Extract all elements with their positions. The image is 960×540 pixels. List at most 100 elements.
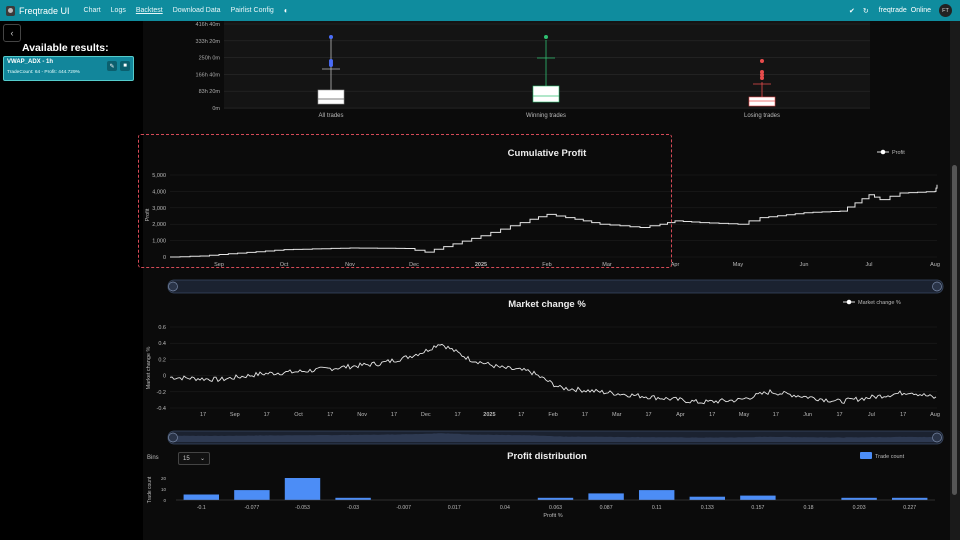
cumulative-profit-x-tick: Jun: [800, 262, 809, 268]
market-change-x-tick: 17: [391, 412, 397, 418]
box-losing-trades[interactable]: [748, 96, 776, 107]
zoom-handle-right[interactable]: [932, 281, 942, 292]
market-change-x-tick: Apr: [676, 412, 685, 418]
boxplot-category-label: Losing trades: [744, 113, 780, 119]
bins-label: Bins: [147, 455, 159, 461]
bins-select[interactable]: 15 ⌄: [178, 452, 210, 465]
market-change-x-tick: Oct: [294, 412, 303, 418]
profit-distribution-x-tick: 0.04: [500, 505, 510, 511]
market-change-x-tick: 2025: [483, 412, 495, 418]
market-change-y-tick: 0.2: [158, 357, 166, 363]
profit-distribution-bar[interactable]: [891, 497, 928, 500]
profit-distribution-y-tick: 10: [161, 487, 167, 492]
market-change-x-tick: Mar: [612, 412, 622, 418]
market-change-x-tick: 17: [455, 412, 461, 418]
profit-distribution-x-tick: 0.063: [549, 505, 562, 511]
profit-distribution-x-tick: 0.18: [803, 505, 813, 511]
profit-distribution-bar[interactable]: [284, 478, 321, 500]
market-change-x-tick: 17: [773, 412, 779, 418]
profit-distribution-x-tick: 0.203: [853, 505, 866, 511]
boxplot-y-tick: 250h 0m: [199, 56, 221, 62]
profit-distribution-x-tick: -0.1: [197, 505, 206, 511]
profit-distribution-x-tick: -0.053: [295, 505, 310, 511]
profit-distribution-bar[interactable]: [335, 497, 371, 500]
profit-distribution-ylabel: Trade count: [147, 476, 153, 503]
trade-duration-boxplot: 0m 83h 20m 166h 40m 250h 0m 333h 20m 416h 40m…: [196, 21, 870, 119]
market-change-y-tick: -0.2: [157, 390, 166, 396]
cumulative-profit-legend-label: Profit: [892, 150, 905, 156]
cumulative-profit-x-tick: Aug: [930, 262, 940, 268]
profit-distribution-bar[interactable]: [689, 496, 726, 500]
zoom-selection-box[interactable]: [138, 134, 672, 268]
legend-marker-icon: [860, 452, 872, 459]
market-change-x-tick: May: [739, 412, 750, 418]
profit-distribution-bar[interactable]: [183, 494, 220, 501]
profit-distribution-chart: Profit distribution Trade count Trade co…: [147, 451, 935, 519]
backtest-charts: 0m 83h 20m 166h 40m 250h 0m 333h 20m 416h 40m…: [145, 21, 944, 519]
chevron-down-icon: ⌄: [199, 456, 205, 462]
market-change-x-tick: Feb: [548, 412, 557, 418]
outlier-losing-trades: [760, 76, 764, 80]
profit-distribution-bar[interactable]: [841, 497, 877, 500]
profit-distribution-x-tick: -0.007: [396, 505, 411, 511]
cumulative-profit-x-tick: Jul: [865, 262, 872, 268]
market-change-x-tick: 17: [836, 412, 842, 418]
market-change-x-tick: 17: [646, 412, 652, 418]
cumulative-profit-x-tick: Apr: [671, 262, 680, 268]
profit-distribution-bar[interactable]: [638, 490, 675, 500]
zoom-handle-left[interactable]: [168, 281, 178, 292]
profit-distribution-bar[interactable]: [234, 490, 270, 500]
market-change-x-tick: Nov: [357, 412, 367, 418]
profit-distribution-x-tick: 0.11: [652, 505, 662, 511]
profit-distribution-y-tick: 20: [161, 476, 167, 481]
market-change-x-tick: Jul: [868, 412, 875, 418]
market-change-chart: Market change % Market change % Market c…: [146, 299, 944, 445]
market-change-x-tick: 17: [582, 412, 588, 418]
cumulative-profit-legend[interactable]: Profit: [877, 149, 905, 156]
market-change-x-tick: Jun: [803, 412, 812, 418]
market-change-y-tick: 0.6: [158, 325, 166, 331]
market-change-x-tick: Dec: [421, 412, 431, 418]
outlier-losing-trades: [760, 59, 764, 63]
profit-distribution-y-tick: 0: [163, 498, 166, 503]
cumulative-profit-zoom-slider[interactable]: [167, 279, 944, 294]
cumulative-profit-x-tick: May: [733, 262, 744, 268]
bins-value: 15: [183, 455, 190, 462]
market-change-x-tick: 17: [264, 412, 270, 418]
profit-distribution-bar[interactable]: [588, 493, 624, 500]
market-change-x-tick: 17: [518, 412, 524, 418]
profit-distribution-x-tick: 0.157: [751, 505, 764, 511]
profit-distribution-xlabel: Profit %: [543, 513, 562, 519]
profit-distribution-legend[interactable]: Trade count: [860, 452, 905, 460]
market-change-ylabel: Market change %: [146, 346, 152, 389]
profit-distribution-x-tick: 0.133: [701, 505, 714, 511]
market-change-x-tick: Aug: [930, 412, 940, 418]
legend-marker-icon: [880, 149, 886, 155]
profit-distribution-bar[interactable]: [537, 497, 574, 500]
zoom-handle-left[interactable]: [168, 432, 178, 443]
market-change-x-tick: 17: [900, 412, 906, 418]
box-winning-trades[interactable]: [532, 85, 560, 103]
boxplot-y-tick: 416h 40m: [196, 22, 221, 28]
market-change-y-tick: 0: [163, 374, 166, 380]
profit-distribution-x-tick: 0.087: [600, 505, 613, 511]
zoom-handle-right[interactable]: [932, 432, 942, 443]
market-change-x-tick: 17: [200, 412, 206, 418]
profit-distribution-x-tick: -0.077: [245, 505, 260, 511]
boxplot-y-tick: 333h 20m: [196, 39, 221, 45]
profit-distribution-legend-label: Trade count: [875, 454, 905, 460]
boxplot-category-label: All trades: [318, 113, 343, 119]
boxplot-y-tick: 83h 20m: [199, 89, 221, 95]
boxplot-y-tick: 0m: [212, 106, 220, 112]
market-change-x-tick: 17: [327, 412, 333, 418]
market-change-legend[interactable]: Market change %: [843, 299, 901, 306]
profit-distribution-title: Profit distribution: [507, 451, 587, 462]
market-change-series-line: [169, 343, 937, 405]
box-all-trades[interactable]: [317, 89, 345, 105]
boxplot-y-tick: 166h 40m: [196, 72, 221, 78]
market-change-y-tick: 0.4: [158, 341, 166, 347]
profit-distribution-x-tick: 0.227: [903, 505, 916, 511]
market-change-x-tick: Sep: [230, 412, 240, 418]
profit-distribution-x-tick: 0.017: [448, 505, 461, 511]
profit-distribution-bar[interactable]: [740, 495, 776, 500]
